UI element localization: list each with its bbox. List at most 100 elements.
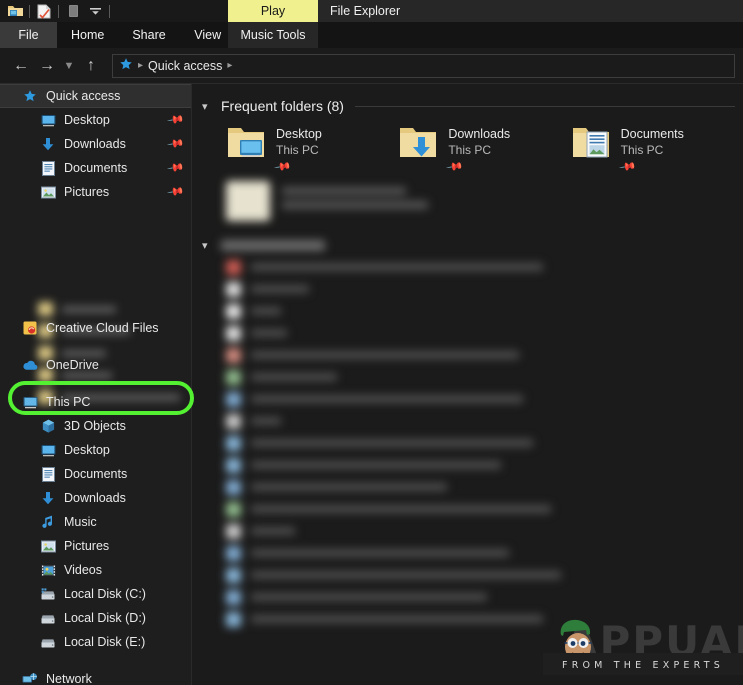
tab-file[interactable]: File <box>0 22 57 48</box>
undo-icon[interactable] <box>62 1 84 21</box>
blurred-region-spacer <box>0 204 191 316</box>
blurred-file-row <box>192 476 743 498</box>
sidebar-item-label: Documents <box>64 467 128 481</box>
sidebar-group-spacer-2 <box>0 377 191 390</box>
3d-objects-icon <box>40 418 56 434</box>
sidebar-item-music[interactable]: Music <box>0 510 191 534</box>
sidebar-item-desktop[interactable]: Desktop 📌 <box>0 108 191 132</box>
sidebar-item-network[interactable]: Network <box>0 667 191 685</box>
folder-icon[interactable] <box>4 1 26 21</box>
watermark-tagline: FROM THE EXPERTS <box>562 660 724 671</box>
sidebar-item-this-pc-pictures[interactable]: Pictures <box>0 534 191 558</box>
pin-icon[interactable]: 📌 <box>167 183 186 202</box>
contextual-tab-group-play[interactable]: Play <box>228 0 318 22</box>
pin-icon[interactable]: 📌 <box>446 158 464 177</box>
folder-tile-location: This PC <box>448 143 492 157</box>
folder-tile-downloads[interactable]: Downloads This PC 📌 <box>398 124 570 177</box>
tab-music-tools[interactable]: Music Tools <box>228 22 318 48</box>
watermark-brand: APPUALS <box>565 617 743 666</box>
sidebar-item-this-pc-documents[interactable]: Documents <box>0 462 191 486</box>
sidebar-item-videos[interactable]: Videos <box>0 558 191 582</box>
sidebar-item-this-pc-desktop[interactable]: Desktop <box>0 438 191 462</box>
breadcrumb-item-quick-access[interactable]: Quick access <box>148 59 222 73</box>
chevron-down-icon[interactable]: ▾ <box>202 100 214 113</box>
blurred-file-row <box>192 564 743 586</box>
blurred-recent-files-list <box>192 256 743 630</box>
tab-share[interactable]: Share <box>118 22 179 48</box>
sidebar-item-label: Network <box>46 672 92 685</box>
sidebar-item-local-disk-c[interactable]: Local Disk (C:) <box>0 582 191 606</box>
quick-access-toolbar <box>0 1 113 21</box>
breadcrumb-separator-1[interactable]: ▸ <box>138 60 143 71</box>
documents-icon <box>40 466 56 482</box>
sidebar-item-label: Local Disk (C:) <box>64 587 146 601</box>
sidebar-item-pictures[interactable]: Pictures 📌 <box>0 180 191 204</box>
frequent-folders-header[interactable]: ▾ Frequent folders (8) <box>192 84 743 118</box>
blurred-folder-tile <box>192 173 743 221</box>
sidebar-item-onedrive[interactable]: OneDrive <box>0 353 191 377</box>
properties-icon[interactable] <box>33 1 55 21</box>
tab-music-tools-label: Music Tools <box>240 28 306 42</box>
up-arrow-icon[interactable]: ↑ <box>78 53 104 79</box>
blurred-file-row <box>192 388 743 410</box>
sidebar-item-this-pc-downloads[interactable]: Downloads <box>0 486 191 510</box>
blurred-file-row <box>192 256 743 278</box>
title-bar: Play File Explorer <box>0 0 743 22</box>
forward-arrow-icon[interactable]: → <box>34 53 60 79</box>
sidebar-item-3d-objects[interactable]: 3D Objects <box>0 414 191 438</box>
this-pc-monitor-icon <box>22 394 38 410</box>
onedrive-cloud-icon <box>22 357 38 373</box>
recent-files-title-blurred <box>221 240 325 251</box>
sidebar-item-downloads[interactable]: Downloads 📌 <box>0 132 191 156</box>
tab-home[interactable]: Home <box>57 22 118 48</box>
chevron-down-icon[interactable]: ▼ <box>60 53 78 79</box>
tab-share-label: Share <box>132 28 166 42</box>
folder-tile-desktop[interactable]: Desktop This PC 📌 <box>226 124 398 177</box>
pictures-icon <box>40 184 56 200</box>
recent-files-header[interactable]: ▾ <box>192 221 743 256</box>
customize-dropdown-icon[interactable] <box>84 1 106 21</box>
sidebar-item-label: Downloads <box>64 137 126 151</box>
breadcrumb-separator-2[interactable]: ▸ <box>227 60 232 71</box>
frequent-folders-title: Frequent folders (8) <box>221 98 344 114</box>
desktop-monitor-icon <box>40 442 56 458</box>
pin-icon[interactable]: 📌 <box>167 135 186 154</box>
sidebar-item-label: 3D Objects <box>64 419 126 433</box>
sidebar-item-local-disk-e[interactable]: Local Disk (E:) <box>0 630 191 654</box>
pin-icon[interactable]: 📌 <box>167 159 186 178</box>
chevron-down-icon[interactable]: ▾ <box>202 239 214 252</box>
tab-home-label: Home <box>71 28 105 42</box>
explorer-body: Quick access Desktop 📌 Downloads 📌 Docum… <box>0 84 743 685</box>
blurred-file-row <box>192 432 743 454</box>
folder-tile-text: Downloads This PC 📌 <box>446 124 510 177</box>
folder-desktop-icon <box>226 124 266 173</box>
sidebar-item-documents[interactable]: Documents 📌 <box>0 156 191 180</box>
address-bar[interactable]: ▸ Quick access ▸ <box>112 53 735 78</box>
blurred-file-row <box>192 278 743 300</box>
blurred-file-row <box>192 498 743 520</box>
sidebar-item-label: Videos <box>64 563 102 577</box>
pin-icon[interactable]: 📌 <box>167 111 186 130</box>
back-arrow-icon[interactable]: ← <box>8 53 34 79</box>
sidebar-item-creative-cloud-files[interactable]: Creative Cloud Files <box>0 316 191 340</box>
sidebar-item-this-pc[interactable]: This PC <box>0 390 191 414</box>
frequent-folders-tiles: Desktop This PC 📌 Downloads This PC 📌 Do… <box>192 118 743 177</box>
folder-tile-name: Documents <box>620 127 684 141</box>
watermark-bar <box>543 653 743 675</box>
folder-tile-text: Desktop This PC 📌 <box>273 124 322 177</box>
file-list-pane[interactable]: ▾ Frequent folders (8) Desktop This PC 📌… <box>192 84 743 685</box>
folder-tile-documents[interactable]: Documents This PC 📌 <box>571 124 743 177</box>
sidebar-item-label: Quick access <box>46 89 121 103</box>
pin-icon[interactable]: 📌 <box>273 158 291 177</box>
sidebar-item-local-disk-d[interactable]: Local Disk (D:) <box>0 606 191 630</box>
blurred-file-row <box>192 520 743 542</box>
blurred-file-row <box>192 410 743 432</box>
quick-access-star-icon[interactable] <box>119 57 133 74</box>
sidebar-item-quick-access[interactable]: Quick access <box>0 84 191 108</box>
desktop-monitor-icon <box>40 112 56 128</box>
navigation-pane[interactable]: Quick access Desktop 📌 Downloads 📌 Docum… <box>0 84 192 685</box>
sidebar-item-label: Local Disk (E:) <box>64 635 146 649</box>
downloads-arrow-icon <box>40 136 56 152</box>
pin-icon[interactable]: 📌 <box>618 158 636 177</box>
sidebar-group-spacer <box>0 340 191 353</box>
